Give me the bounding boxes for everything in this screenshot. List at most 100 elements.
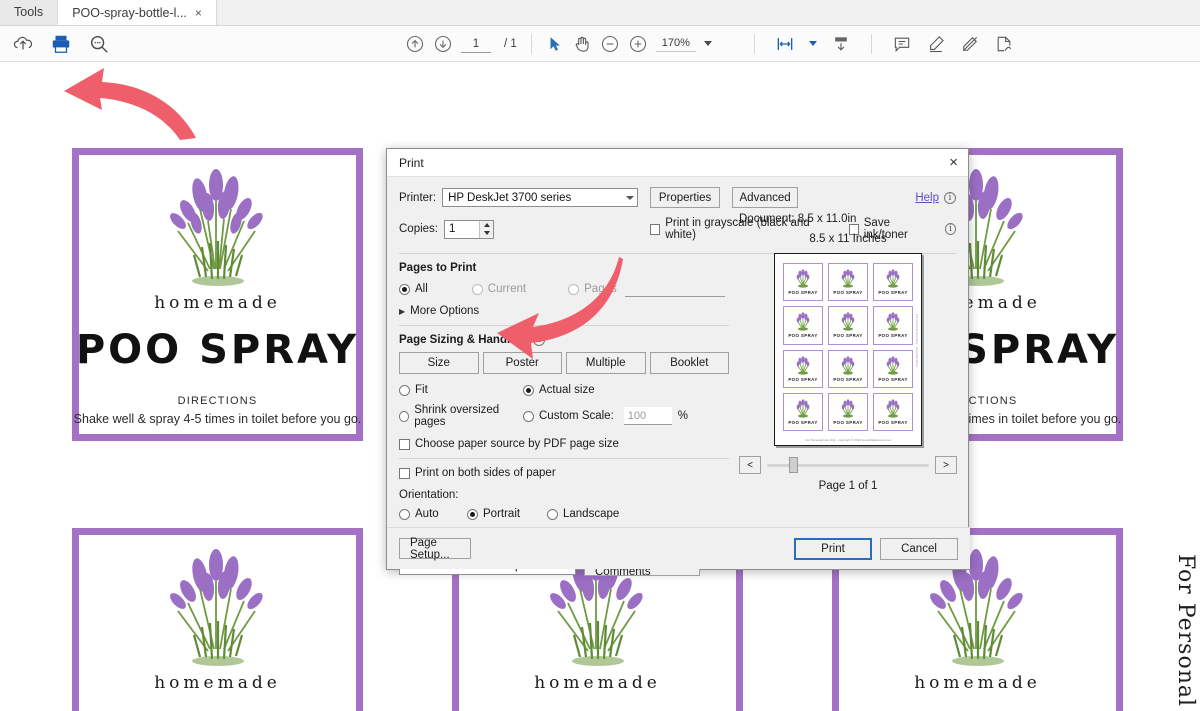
zoom-out-icon[interactable] bbox=[600, 34, 620, 54]
grayscale-checkbox[interactable] bbox=[650, 224, 660, 235]
preview-lavender-icon bbox=[882, 269, 904, 289]
radio-shrink-indicator bbox=[399, 411, 409, 422]
radio-auto[interactable]: Auto bbox=[399, 508, 467, 520]
preview-lavender-icon bbox=[837, 269, 859, 289]
print-dialog-title: Print bbox=[399, 156, 424, 170]
next-page-icon[interactable] bbox=[433, 34, 453, 54]
label-card: homemade bbox=[72, 528, 363, 711]
custom-scale-input[interactable] bbox=[624, 407, 672, 425]
preview-slider[interactable] bbox=[767, 456, 929, 474]
orientation-label: Orientation: bbox=[399, 489, 729, 501]
radio-current[interactable]: Current bbox=[472, 283, 526, 295]
label-homemade-text: homemade bbox=[154, 673, 281, 693]
size-tab-label: Size bbox=[428, 357, 450, 369]
preview-cell-text: POO SPRAY bbox=[788, 377, 817, 382]
page-sizing-info-icon[interactable]: i bbox=[533, 334, 545, 346]
help-info-icon[interactable]: i bbox=[944, 192, 956, 204]
both-sides-checkbox[interactable] bbox=[399, 468, 410, 479]
page-total-label: / 1 bbox=[504, 38, 517, 50]
preview-cell-text: POO SPRAY bbox=[833, 333, 862, 338]
preview-prev-label: < bbox=[747, 460, 753, 471]
close-icon[interactable]: × bbox=[949, 155, 958, 170]
hand-pan-icon[interactable] bbox=[572, 34, 592, 54]
preview-lavender-icon bbox=[792, 399, 814, 419]
percent-label: % bbox=[678, 410, 688, 422]
radio-all[interactable]: All bbox=[399, 283, 428, 295]
select-cursor-icon[interactable] bbox=[546, 35, 564, 53]
poster-tab[interactable]: Poster bbox=[483, 352, 563, 374]
multiple-tab[interactable]: Multiple bbox=[566, 352, 646, 374]
tab-tools[interactable]: Tools bbox=[0, 0, 58, 25]
radio-pages[interactable]: Pages bbox=[568, 283, 617, 295]
more-options-toggle[interactable]: ▶ More Options bbox=[399, 305, 729, 317]
sign-icon[interactable] bbox=[994, 34, 1014, 54]
advanced-button[interactable]: Advanced bbox=[732, 187, 798, 208]
preview-cell: POO SPRAY bbox=[783, 350, 823, 388]
chevron-down-icon bbox=[626, 196, 634, 200]
preview-navigation: < > bbox=[739, 456, 957, 474]
print-button[interactable]: Print bbox=[794, 538, 872, 560]
previous-page-icon[interactable] bbox=[405, 34, 425, 54]
draw-icon[interactable] bbox=[960, 34, 980, 54]
preview-lavender-icon bbox=[837, 356, 859, 376]
tab-tools-label: Tools bbox=[14, 5, 43, 19]
radio-all-label: All bbox=[415, 283, 428, 295]
copies-input[interactable] bbox=[445, 221, 479, 238]
preview-document-size: Document: 8.5 x 11.0in bbox=[739, 213, 957, 225]
comment-icon[interactable] bbox=[892, 34, 912, 54]
preview-side-note: For Personal Use Only · copyright 2013 bbox=[915, 314, 919, 367]
search-icon[interactable] bbox=[88, 33, 110, 55]
preview-cell: POO SPRAY bbox=[873, 350, 913, 388]
label-homemade-text: homemade bbox=[534, 673, 661, 693]
radio-custom-scale[interactable]: Custom Scale: bbox=[523, 410, 614, 422]
preview-page-indicator: Page 1 of 1 bbox=[739, 480, 957, 492]
page-number-input[interactable]: 1 bbox=[461, 35, 491, 53]
radio-fit[interactable]: Fit bbox=[399, 384, 523, 396]
zoom-in-icon[interactable] bbox=[628, 34, 648, 54]
pages-range-input[interactable] bbox=[625, 281, 725, 297]
page-setup-button[interactable]: Page Setup... bbox=[399, 538, 471, 559]
preview-cell: POO SPRAY bbox=[873, 393, 913, 431]
preview-lavender-icon bbox=[882, 312, 904, 332]
paper-source-checkbox[interactable] bbox=[399, 439, 410, 450]
print-icon[interactable] bbox=[50, 33, 72, 55]
both-sides-row[interactable]: Print on both sides of paper bbox=[399, 467, 729, 479]
properties-button[interactable]: Properties bbox=[650, 187, 720, 208]
radio-custom-scale-label: Custom Scale: bbox=[539, 410, 614, 422]
zoom-dropdown-icon[interactable] bbox=[704, 41, 712, 46]
radio-actual-size[interactable]: Actual size bbox=[523, 384, 595, 396]
help-link[interactable]: Help bbox=[915, 192, 939, 204]
preview-slider-thumb[interactable] bbox=[789, 457, 798, 473]
copies-increment-button[interactable] bbox=[480, 221, 493, 230]
size-tab[interactable]: Size bbox=[399, 352, 479, 374]
fit-width-icon[interactable] bbox=[775, 34, 795, 54]
highlight-icon[interactable] bbox=[926, 34, 946, 54]
fit-width-dropdown-icon[interactable] bbox=[809, 41, 817, 46]
print-preview-pane: Document: 8.5 x 11.0in 8.5 x 11 Inches bbox=[739, 213, 957, 492]
preview-next-button[interactable]: > bbox=[935, 456, 957, 474]
radio-portrait[interactable]: Portrait bbox=[467, 508, 547, 520]
tab-document[interactable]: POO-spray-bottle-l... × bbox=[58, 0, 217, 25]
cancel-button[interactable]: Cancel bbox=[880, 538, 958, 560]
copies-stepper[interactable] bbox=[444, 220, 494, 239]
radio-landscape-indicator bbox=[547, 509, 558, 520]
copies-decrement-button[interactable] bbox=[480, 229, 493, 238]
upload-to-cloud-icon[interactable] bbox=[12, 33, 34, 55]
paper-source-row[interactable]: Choose paper source by PDF page size bbox=[399, 438, 729, 450]
tab-document-label: POO-spray-bottle-l... bbox=[72, 6, 187, 20]
radio-auto-indicator bbox=[399, 509, 410, 520]
preview-prev-button[interactable]: < bbox=[739, 456, 761, 474]
booklet-tab[interactable]: Booklet bbox=[650, 352, 730, 374]
tab-close-icon[interactable]: × bbox=[195, 7, 202, 19]
download-icon[interactable] bbox=[831, 34, 851, 54]
both-sides-label: Print on both sides of paper bbox=[415, 467, 556, 479]
preview-footer-note: For Personal Use Only · copyright © 2013… bbox=[775, 438, 921, 442]
radio-landscape[interactable]: Landscape bbox=[547, 508, 619, 520]
divider-2 bbox=[399, 325, 729, 326]
printer-select[interactable]: HP DeskJet 3700 series bbox=[442, 188, 638, 207]
preview-sheet[interactable]: POO SPRAY POO SPRAY bbox=[774, 253, 922, 446]
pages-to-print-options: All Current Pages bbox=[399, 281, 729, 297]
zoom-level-value[interactable]: 170% bbox=[656, 35, 696, 52]
page-sizing-heading-row: Page Sizing & Handling i bbox=[399, 334, 729, 346]
radio-shrink-oversized[interactable]: Shrink oversized pages bbox=[399, 404, 523, 428]
